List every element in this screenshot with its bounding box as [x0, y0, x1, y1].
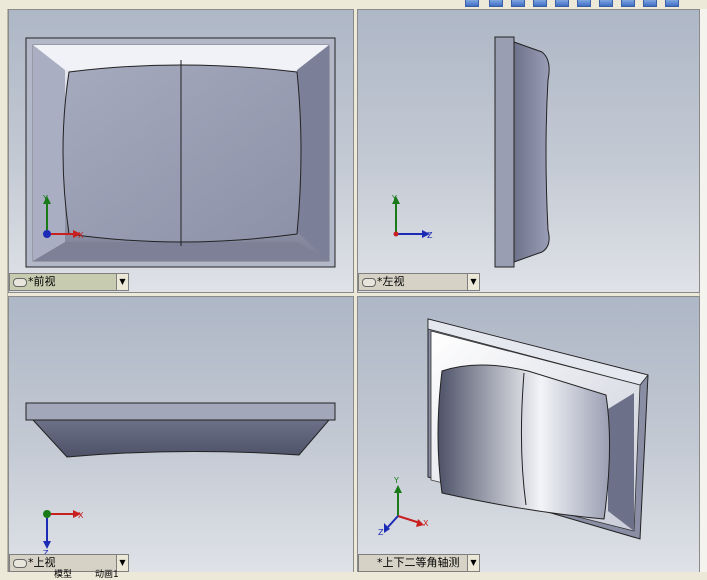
view-right-icon[interactable] — [555, 0, 569, 7]
view-trimetric-icon[interactable] — [643, 0, 657, 7]
plate-top-edge — [25, 402, 336, 421]
top-toolbar-strip — [0, 0, 707, 9]
axis-x-label: X — [78, 231, 84, 240]
viewport-front[interactable]: Y X *前视 ▼ — [8, 9, 354, 293]
left-panel-edge — [0, 9, 8, 580]
bevel-right — [608, 393, 634, 531]
button-face — [437, 364, 611, 520]
view-cube-icon[interactable] — [465, 0, 479, 7]
left-axis-triad: Y Z — [391, 194, 433, 240]
link-view-icon[interactable] — [13, 559, 27, 568]
view-left-icon[interactable] — [533, 0, 547, 7]
axis-y-label: Y — [391, 194, 397, 203]
axis-y-label: Y — [393, 476, 399, 485]
bevel-right — [297, 45, 329, 261]
chevron-down-icon[interactable]: ▼ — [116, 274, 128, 290]
link-view-icon[interactable] — [362, 278, 376, 287]
iso-axis-triad: Y X Z — [378, 476, 429, 537]
viewport-left-title: *左视 — [377, 275, 405, 288]
view-top-icon[interactable] — [577, 0, 591, 7]
viewport-front-title: *前视 — [28, 275, 56, 288]
button-profile-top — [31, 419, 331, 458]
top-axis-triad: X Z — [43, 510, 84, 558]
axis-z-label: Z — [427, 231, 433, 240]
axis-z-label: Z — [378, 528, 384, 537]
button-face — [62, 64, 302, 243]
tab-animation[interactable]: 动画1 — [95, 571, 119, 580]
viewport-iso-title: *上下二等角轴测 — [377, 556, 460, 569]
axis-y-label: Y — [42, 194, 48, 203]
viewport-iso-label[interactable]: *上下二等角轴测 ▼ — [358, 554, 480, 572]
view-bottom-icon[interactable] — [599, 0, 613, 7]
axis-x-label: X — [78, 511, 84, 520]
top-view-model: X Z — [25, 402, 336, 558]
bevel-left — [33, 45, 65, 261]
vertical-scrollbar[interactable] — [699, 9, 707, 572]
tab-model[interactable]: 模型 — [54, 571, 72, 580]
viewport-top-title: *上视 — [28, 556, 56, 569]
viewport-isometric[interactable]: Y X Z *上下二等角轴测 ▼ — [357, 296, 700, 574]
axis-x-label: X — [423, 519, 429, 528]
left-view-model: Y Z — [391, 36, 550, 268]
plate-edge — [494, 36, 515, 268]
bottom-tabs: 模型 动画1 — [0, 571, 707, 580]
viewport-left[interactable]: Y Z *左视 ▼ — [357, 9, 700, 293]
iso-view-model: Y X Z — [378, 318, 649, 540]
link-view-icon[interactable] — [13, 278, 27, 287]
view-front-icon[interactable] — [489, 0, 503, 7]
button-profile — [513, 41, 550, 263]
front-view-model: Y X — [25, 37, 336, 268]
chevron-down-icon[interactable]: ▼ — [116, 555, 128, 571]
viewport-left-label[interactable]: *左视 ▼ — [358, 273, 480, 291]
chevron-down-icon[interactable]: ▼ — [467, 274, 479, 290]
view-back-icon[interactable] — [511, 0, 525, 7]
chevron-down-icon[interactable]: ▼ — [467, 555, 479, 571]
view-iso-icon[interactable] — [621, 0, 635, 7]
viewport-top[interactable]: X Z *上视 ▼ — [8, 296, 354, 574]
view-dimetric-icon[interactable] — [665, 0, 679, 7]
viewport-front-label[interactable]: *前视 ▼ — [9, 273, 129, 291]
